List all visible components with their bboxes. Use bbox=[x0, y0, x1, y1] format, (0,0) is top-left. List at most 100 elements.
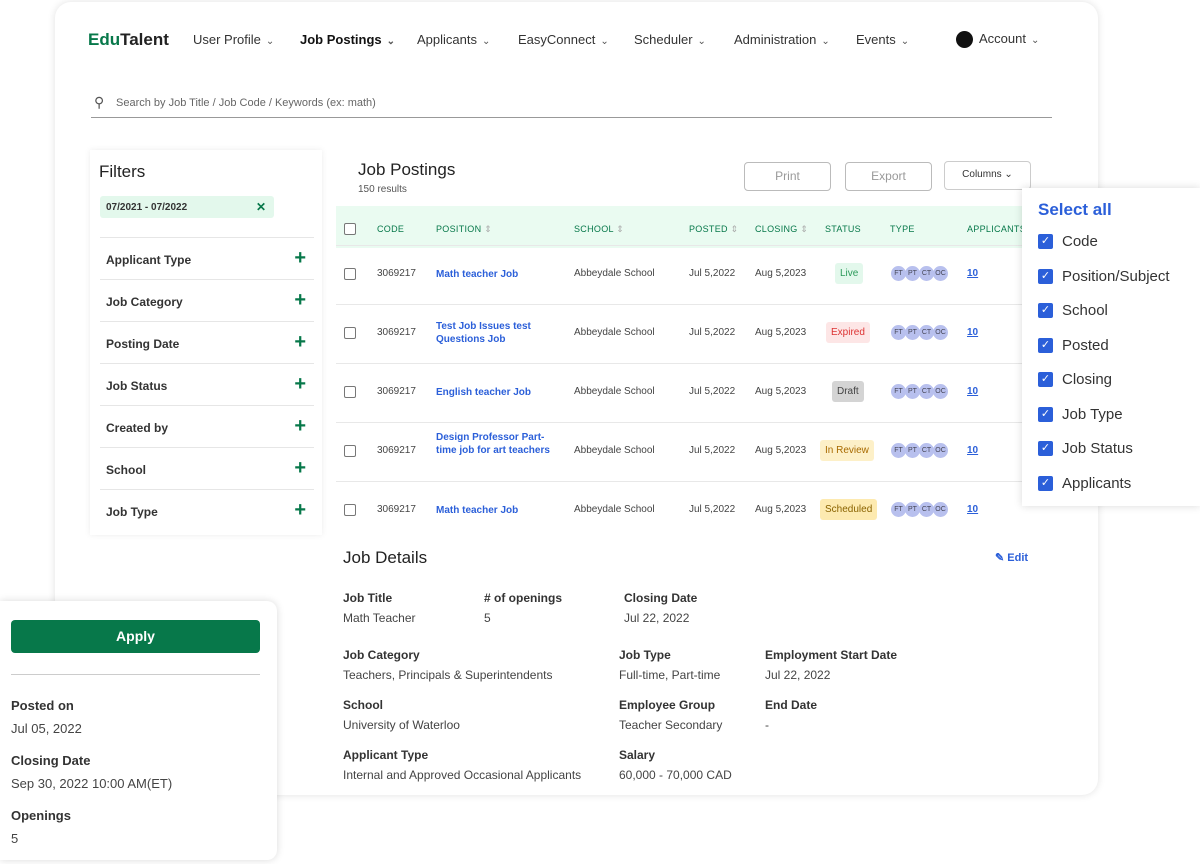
select-all-link[interactable]: Select all bbox=[1038, 200, 1112, 220]
filter-item[interactable]: Applicant Type+ bbox=[100, 237, 314, 279]
closing-label: Closing Date bbox=[11, 753, 90, 768]
type-badge: PT bbox=[905, 443, 920, 458]
checkbox-checked-icon[interactable]: ✓ bbox=[1038, 338, 1053, 353]
position-link[interactable]: Math teacher Job bbox=[436, 504, 551, 517]
job-details-title: Job Details bbox=[343, 548, 427, 568]
logo[interactable]: EduTalent bbox=[88, 30, 169, 50]
filters-panel: Filters 07/2021 - 07/2022 ✕ Applicant Ty… bbox=[90, 150, 322, 535]
type-badge: CT bbox=[919, 325, 934, 340]
nav-item-3[interactable]: EasyConnect⌄ bbox=[518, 32, 609, 47]
column-option[interactable]: ✓Closing bbox=[1038, 371, 1112, 388]
type-badge: OC bbox=[933, 502, 948, 517]
column-option[interactable]: ✓Applicants bbox=[1038, 475, 1131, 492]
plus-icon: + bbox=[294, 331, 306, 354]
chevron-down-icon: ⌄ bbox=[600, 36, 608, 47]
school: Abbeydale School bbox=[574, 445, 655, 456]
plus-icon: + bbox=[294, 289, 306, 312]
applicants-link[interactable]: 10 bbox=[967, 268, 978, 279]
row-checkbox[interactable] bbox=[344, 386, 356, 398]
column-option[interactable]: ✓Position/Subject bbox=[1038, 268, 1170, 285]
column-option[interactable]: ✓Code bbox=[1038, 233, 1098, 250]
column-option[interactable]: ✓Job Type bbox=[1038, 406, 1123, 423]
edit-button[interactable]: ✎ Edit bbox=[995, 551, 1028, 564]
applicants-link[interactable]: 10 bbox=[967, 445, 978, 456]
date-filter-chip: 07/2021 - 07/2022 ✕ bbox=[100, 196, 274, 218]
column-header[interactable]: POSTED ⇕ bbox=[689, 224, 738, 235]
checkbox-checked-icon[interactable]: ✓ bbox=[1038, 441, 1053, 456]
column-option[interactable]: ✓Job Status bbox=[1038, 440, 1133, 457]
plus-icon: + bbox=[294, 247, 306, 270]
closing-date: Aug 5,2023 bbox=[755, 504, 806, 515]
position-link[interactable]: English teacher Job bbox=[436, 386, 551, 399]
checkbox-checked-icon[interactable]: ✓ bbox=[1038, 372, 1053, 387]
row-checkbox[interactable] bbox=[344, 327, 356, 339]
search-input[interactable]: ⚲ Search by Job Title / Job Code / Keywo… bbox=[91, 90, 1052, 118]
detail-label: Job Title bbox=[343, 591, 392, 605]
checkbox-checked-icon[interactable]: ✓ bbox=[1038, 303, 1053, 318]
type-badge: OC bbox=[933, 443, 948, 458]
checkbox-checked-icon[interactable]: ✓ bbox=[1038, 407, 1053, 422]
applicants-link[interactable]: 10 bbox=[967, 327, 978, 338]
column-option[interactable]: ✓School bbox=[1038, 302, 1108, 319]
openings-label: Openings bbox=[11, 808, 71, 823]
row-checkbox[interactable] bbox=[344, 504, 356, 516]
nav-item-2[interactable]: Applicants⌄ bbox=[417, 32, 490, 47]
status-badge: In Review bbox=[820, 440, 874, 461]
checkbox-checked-icon[interactable]: ✓ bbox=[1038, 234, 1053, 249]
sort-icon: ⇕ bbox=[731, 224, 739, 234]
account-icon bbox=[956, 31, 973, 48]
type-badge: OC bbox=[933, 266, 948, 281]
detail-label: Employment Start Date bbox=[765, 648, 897, 662]
nav-item-1[interactable]: Job Postings⌄ bbox=[300, 32, 395, 47]
column-header[interactable]: CLOSING ⇕ bbox=[755, 224, 808, 235]
closing-date: Aug 5,2023 bbox=[755, 386, 806, 397]
filter-item[interactable]: School+ bbox=[100, 447, 314, 489]
closing-value: Sep 30, 2022 10:00 AM(ET) bbox=[11, 776, 172, 791]
type-badge: CT bbox=[919, 502, 934, 517]
nav-item-0[interactable]: User Profile⌄ bbox=[193, 32, 274, 47]
row-divider bbox=[336, 481, 1022, 482]
chevron-down-icon: ⌄ bbox=[387, 36, 395, 47]
position-link[interactable]: Design Professor Part-time job for art t… bbox=[436, 431, 551, 457]
applicants-link[interactable]: 10 bbox=[967, 386, 978, 397]
job-type-badges: FTPTCTOC bbox=[891, 266, 947, 281]
posted-date: Jul 5,2022 bbox=[689, 504, 735, 515]
detail-label: School bbox=[343, 698, 383, 712]
apply-button[interactable]: Apply bbox=[11, 620, 260, 653]
position-link[interactable]: Math teacher Job bbox=[436, 268, 551, 281]
plus-icon: + bbox=[294, 415, 306, 438]
row-checkbox[interactable] bbox=[344, 445, 356, 457]
type-badge: FT bbox=[891, 325, 906, 340]
select-all-checkbox[interactable] bbox=[344, 223, 356, 235]
nav-item-4[interactable]: Scheduler⌄ bbox=[634, 32, 706, 47]
column-header[interactable]: POSITION ⇕ bbox=[436, 224, 492, 235]
detail-label: # of openings bbox=[484, 591, 562, 605]
nav-item-5[interactable]: Administration⌄ bbox=[734, 32, 830, 47]
detail-value: Internal and Approved Occasional Applica… bbox=[343, 768, 581, 782]
results-count: 150 results bbox=[358, 184, 407, 195]
nav-item-6[interactable]: Events⌄ bbox=[856, 32, 909, 47]
position-link[interactable]: Test Job Issues test Questions Job bbox=[436, 320, 551, 346]
filter-item[interactable]: Job Type+ bbox=[100, 489, 314, 531]
type-badge: OC bbox=[933, 325, 948, 340]
sort-icon: ⇕ bbox=[616, 224, 624, 234]
columns-dropdown[interactable]: Columns ⌄ bbox=[944, 161, 1031, 190]
column-header[interactable]: SCHOOL ⇕ bbox=[574, 224, 624, 235]
checkbox-checked-icon[interactable]: ✓ bbox=[1038, 476, 1053, 491]
filter-item[interactable]: Job Category+ bbox=[100, 279, 314, 321]
type-badge: OC bbox=[933, 384, 948, 399]
filter-item[interactable]: Posting Date+ bbox=[100, 321, 314, 363]
remove-chip-icon[interactable]: ✕ bbox=[256, 200, 266, 214]
status-badge: Live bbox=[835, 263, 863, 284]
column-option[interactable]: ✓Posted bbox=[1038, 337, 1109, 354]
account-menu[interactable]: Account⌄ bbox=[956, 31, 1039, 48]
print-button[interactable]: Print bbox=[744, 162, 831, 191]
type-badge: CT bbox=[919, 443, 934, 458]
filter-item[interactable]: Created by+ bbox=[100, 405, 314, 447]
checkbox-checked-icon[interactable]: ✓ bbox=[1038, 269, 1053, 284]
export-button[interactable]: Export bbox=[845, 162, 932, 191]
filter-item[interactable]: Job Status+ bbox=[100, 363, 314, 405]
applicants-link[interactable]: 10 bbox=[967, 504, 978, 515]
detail-label: End Date bbox=[765, 698, 817, 712]
row-checkbox[interactable] bbox=[344, 268, 356, 280]
